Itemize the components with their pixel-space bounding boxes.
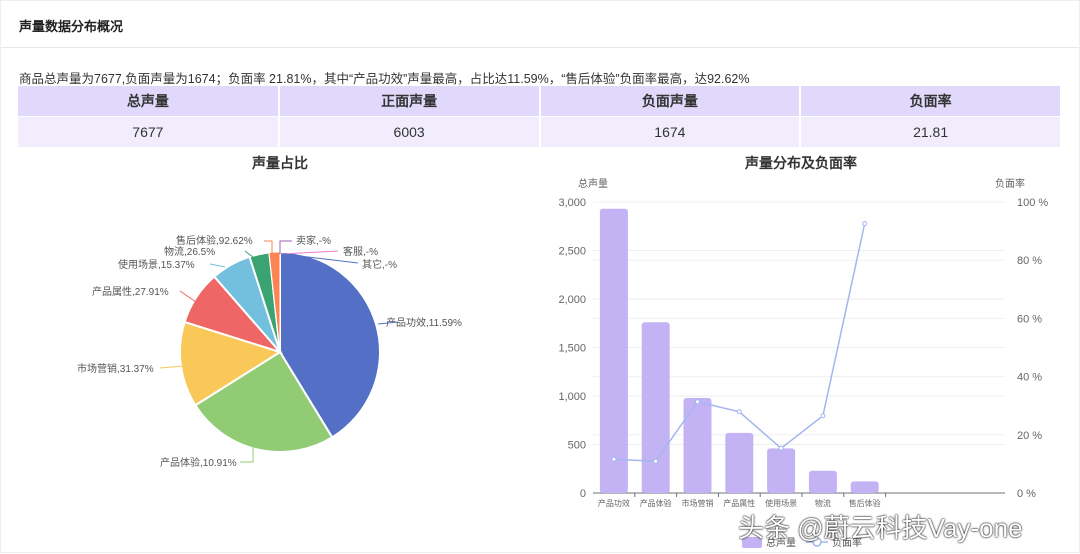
pie-label-7: 卖家,-% <box>296 234 331 247</box>
bar-0 <box>599 208 628 494</box>
pie-label-line-4 <box>209 263 226 268</box>
bar-2 <box>683 397 712 493</box>
y2-axis-label: 负面率 <box>995 177 1025 190</box>
y2-tick-2: 40 % <box>1017 372 1042 384</box>
pie-label-3: 产品属性,27.91% <box>92 285 169 298</box>
bar-3 <box>725 432 754 493</box>
pie-label-8: 客服,-% <box>343 245 378 258</box>
x-tick-6: 售后体验 <box>849 498 881 508</box>
bar-1 <box>641 322 670 493</box>
y2-tick-3: 60 % <box>1017 313 1042 325</box>
rate-point-6 <box>862 220 868 226</box>
y2-tick-4: 80 % <box>1017 255 1042 267</box>
rate-point-0 <box>611 456 617 462</box>
y2-tick-5: 100 % <box>1017 197 1048 209</box>
x-tick-2: 市场营销 <box>682 498 714 508</box>
pie-label-1: 产品体验,10.91% <box>160 456 237 469</box>
rate-point-3 <box>736 409 742 415</box>
y-tick-2: 1,000 <box>558 391 586 403</box>
pie-label-9: 其它,-% <box>362 258 397 271</box>
pie-title: 声量占比 <box>251 155 308 171</box>
bar-chart-title: 声量分布及负面率 <box>744 155 857 171</box>
pie-label-4: 使用场景,15.37% <box>118 258 195 271</box>
y-tick-4: 2,000 <box>558 294 586 306</box>
bar-6 <box>850 481 879 493</box>
y2-tick-0: 0 % <box>1017 488 1036 500</box>
x-tick-0: 产品功效 <box>598 498 630 508</box>
x-tick-5: 物流 <box>815 498 831 508</box>
x-tick-1: 产品体验 <box>640 498 672 508</box>
bar-5 <box>808 470 837 493</box>
rate-point-4 <box>778 445 784 451</box>
rate-point-1 <box>653 458 659 464</box>
rate-point-5 <box>820 413 826 419</box>
y-tick-5: 2,500 <box>558 246 586 258</box>
y-axis-label: 总声量 <box>578 177 608 190</box>
pie-label-6: 售后体验,92.62% <box>176 234 253 247</box>
pie-label-0: 产品功效,11.59% <box>386 316 462 329</box>
charts: 声量占比产品功效,11.59% 产品体验,10.91% 市场营销,31.37% 产品属… <box>77 155 1048 549</box>
rate-point-2 <box>695 399 700 405</box>
pie-label-line-3 <box>179 290 197 303</box>
bar-4 <box>767 448 796 493</box>
y-tick-1: 500 <box>568 440 586 452</box>
pie-label-2: 市场营销,31.37% <box>77 362 154 375</box>
x-tick-3: 产品属性 <box>723 498 755 508</box>
y2-tick-1: 20 % <box>1017 430 1042 442</box>
pie-label-line-1 <box>240 447 254 463</box>
y-tick-0: 0 <box>580 488 586 500</box>
watermark: 头条 @蔚云科技Vay-one <box>738 513 1023 543</box>
y-tick-3: 1,500 <box>558 343 586 355</box>
x-tick-4: 使用场景 <box>765 498 797 508</box>
y-tick-6: 3,000 <box>558 197 586 209</box>
